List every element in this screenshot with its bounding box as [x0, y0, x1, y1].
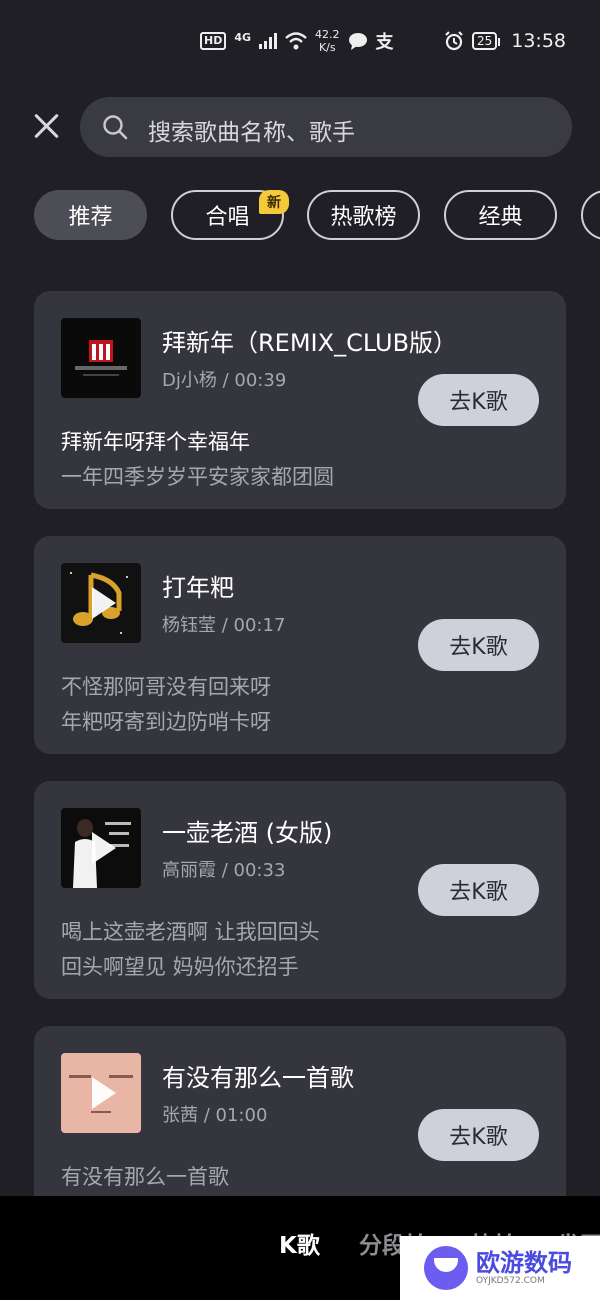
song-title: 打年粑 [162, 574, 234, 602]
search-placeholder: 搜索歌曲名称、歌手 [148, 120, 355, 146]
song-duration: 00:17 [233, 615, 286, 636]
lyric-line: 年粑呀寄到边防哨卡呀 [61, 710, 271, 734]
search-input[interactable]: 搜索歌曲名称、歌手 [80, 97, 572, 157]
lyric-line: 不怪那阿哥没有回来呀 [61, 675, 271, 699]
tab-classic[interactable]: 经典 [444, 190, 557, 240]
new-badge: 新 [259, 190, 289, 214]
song-cover[interactable] [61, 1053, 141, 1133]
tab-hot-chart[interactable]: 热歌榜 [307, 190, 420, 240]
song-cover[interactable] [61, 318, 141, 398]
nav-karaoke[interactable]: K歌 [279, 1226, 320, 1260]
song-title: 拜新年（REMIX_CLUB版） [162, 329, 458, 357]
alarm-icon [445, 31, 463, 51]
lyric-line: 拜新年呀拜个幸福年 [61, 430, 250, 454]
song-cover[interactable] [61, 808, 141, 888]
net-speed-unit: K/s [318, 41, 336, 54]
status-bar: HD 4G 42.2 K/s 支 25 13:58 [0, 0, 600, 90]
song-card[interactable]: 一壶老酒 (女版) 高丽霞 / 00:33 去K歌 喝上这壶老酒啊 让我回回头 … [34, 781, 566, 999]
close-button[interactable] [30, 109, 64, 143]
meta-separator: / [221, 615, 234, 636]
tab-recommend[interactable]: 推荐 [34, 190, 147, 240]
cover-art-icon [75, 340, 127, 376]
category-tabs: 推荐 合唱 热歌榜 经典 [34, 190, 600, 244]
song-card[interactable]: 打年粑 杨钰莹 / 00:17 去K歌 不怪那阿哥没有回来呀 年粑呀寄到边防哨卡… [34, 536, 566, 754]
song-artist: 高丽霞 [162, 860, 216, 881]
wifi-icon [285, 32, 307, 50]
song-duration: 01:00 [215, 1105, 268, 1126]
play-icon [92, 832, 116, 864]
lyric-line: 回头啊望见 妈妈你还招手 [61, 955, 299, 979]
lyric-line: 一年四季岁岁平安家家都团圆 [61, 465, 334, 489]
karaoke-button[interactable]: 去K歌 [418, 1109, 539, 1161]
song-duration: 00:33 [233, 860, 286, 881]
chat-icon [348, 33, 367, 50]
song-title: 有没有那么一首歌 [162, 1064, 354, 1092]
watermark-logo-icon [424, 1246, 468, 1290]
play-icon [92, 1077, 116, 1109]
status-left: HD 4G 42.2 K/s 支 [200, 28, 394, 54]
song-artist: 杨钰莹 [162, 615, 216, 636]
tab-more-partial[interactable] [581, 190, 600, 240]
song-meta: 杨钰莹 / 00:17 [162, 611, 285, 637]
network-label: 4G [234, 30, 252, 44]
song-title: 一壶老酒 (女版) [162, 819, 333, 847]
net-speed: 42.2 K/s [315, 28, 340, 54]
lyric-line: 有没有那么一首歌 [61, 1165, 229, 1189]
signal-icon [259, 33, 278, 49]
song-artist: Dj小杨 [162, 370, 217, 391]
status-right: 25 13:58 [444, 30, 566, 52]
song-meta: Dj小杨 / 00:39 [162, 366, 286, 392]
lyric-line: 喝上这壶老酒啊 让我回回头 [61, 920, 320, 944]
battery-icon: 25 [471, 32, 501, 50]
song-artist: 张茜 [162, 1105, 198, 1126]
song-cover[interactable] [61, 563, 141, 643]
karaoke-button[interactable]: 去K歌 [418, 374, 539, 426]
karaoke-button[interactable]: 去K歌 [418, 619, 539, 671]
clock: 13:58 [511, 30, 566, 52]
watermark-sub: OYJKD572.COM [476, 1276, 545, 1286]
meta-separator: / [203, 1105, 216, 1126]
meta-separator: / [222, 370, 235, 391]
play-icon [92, 587, 116, 619]
hd-icon: HD [200, 32, 227, 50]
song-duration: 00:39 [234, 370, 287, 391]
song-card[interactable]: 拜新年（REMIX_CLUB版） Dj小杨 / 00:39 去K歌 拜新年呀拜个… [34, 291, 566, 509]
song-meta: 张茜 / 01:00 [162, 1101, 267, 1127]
alipay-icon: 支 [375, 32, 394, 53]
watermark-text: 欧游数码 OYJKD572.COM [476, 1250, 572, 1286]
watermark-title: 欧游数码 [476, 1249, 572, 1277]
watermark: 欧游数码 OYJKD572.COM [400, 1236, 600, 1300]
search-icon [103, 115, 128, 140]
net-speed-value: 42.2 [315, 28, 340, 41]
karaoke-button[interactable]: 去K歌 [418, 864, 539, 916]
meta-separator: / [221, 860, 234, 881]
song-meta: 高丽霞 / 00:33 [162, 856, 285, 882]
